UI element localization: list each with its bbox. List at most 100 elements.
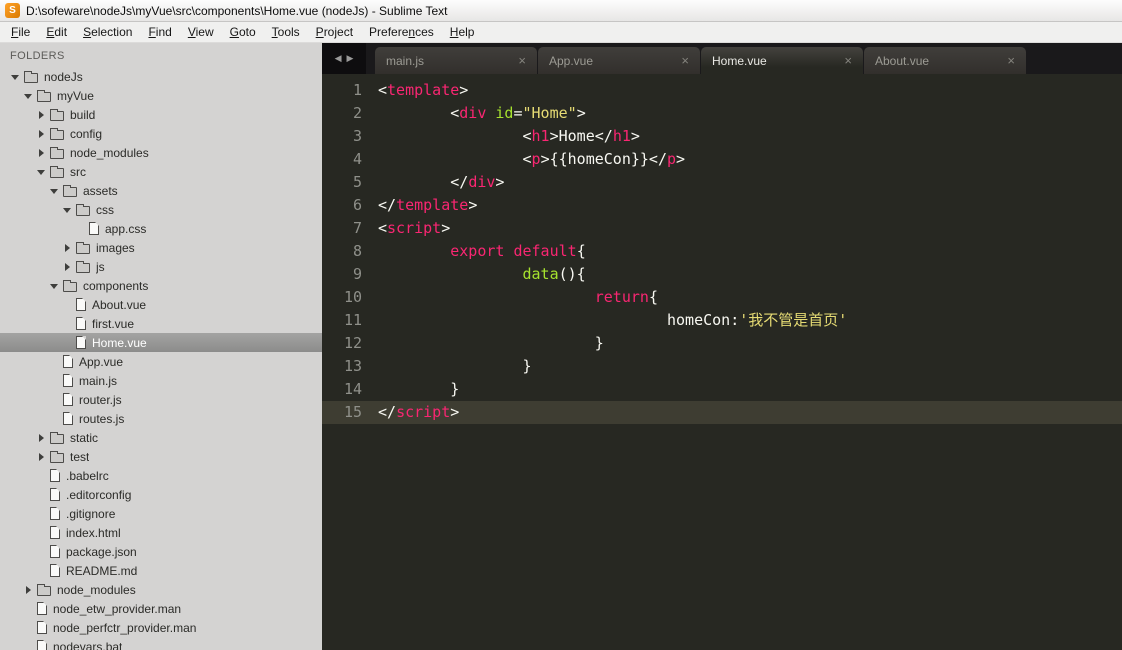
menu-goto[interactable]: Goto xyxy=(222,23,264,41)
code-line-9[interactable]: 9 data(){ xyxy=(322,263,1122,286)
tree-file-router.js[interactable]: router.js xyxy=(0,390,322,409)
code-line-5[interactable]: 5 </div> xyxy=(322,171,1122,194)
tree-file-App.vue[interactable]: App.vue xyxy=(0,352,322,371)
collapse-arrow-icon[interactable] xyxy=(49,185,60,196)
tree-file-.gitignore[interactable]: .gitignore xyxy=(0,504,322,523)
line-number: 1 xyxy=(352,81,362,99)
menu-selection[interactable]: Selection xyxy=(75,23,140,41)
collapse-arrow-icon[interactable] xyxy=(62,204,73,215)
tree-file-node_etw_provider.man[interactable]: node_etw_provider.man xyxy=(0,599,322,618)
code-line-4[interactable]: 4 <p>{{homeCon}}</p> xyxy=(322,148,1122,171)
tree-folder-build[interactable]: build xyxy=(0,105,322,124)
expand-arrow-icon[interactable] xyxy=(23,584,34,595)
tree-file-routes.js[interactable]: routes.js xyxy=(0,409,322,428)
code-line-13[interactable]: 13 } xyxy=(322,355,1122,378)
menu-help[interactable]: Help xyxy=(442,23,483,41)
expand-arrow-icon[interactable] xyxy=(36,432,47,443)
tree-file-.babelrc[interactable]: .babelrc xyxy=(0,466,322,485)
tree-file-nodevars.bat[interactable]: nodevars.bat xyxy=(0,637,322,650)
tab-App.vue[interactable]: App.vue × xyxy=(538,47,700,74)
code-line-8[interactable]: 8 export default{ xyxy=(322,240,1122,263)
tree-item-label: .babelrc xyxy=(66,468,109,483)
tree-folder-src[interactable]: src xyxy=(0,162,322,181)
tree-file-first.vue[interactable]: first.vue xyxy=(0,314,322,333)
tree-folder-static[interactable]: static xyxy=(0,428,322,447)
expand-arrow-icon[interactable] xyxy=(36,451,47,462)
tree-item-label: nodeJs xyxy=(44,69,83,84)
expand-arrow-icon[interactable] xyxy=(36,109,47,120)
tree-folder-images[interactable]: images xyxy=(0,238,322,257)
tree-file-main.js[interactable]: main.js xyxy=(0,371,322,390)
collapse-arrow-icon[interactable] xyxy=(36,166,47,177)
tree-item-label: images xyxy=(96,240,135,255)
tab-close-icon[interactable]: × xyxy=(1007,53,1015,68)
tree-item-label: About.vue xyxy=(92,297,147,312)
tab-label: About.vue xyxy=(875,53,930,68)
tree-file-.editorconfig[interactable]: .editorconfig xyxy=(0,485,322,504)
tree-item-label: app.css xyxy=(105,221,147,236)
collapse-arrow-icon[interactable] xyxy=(10,71,21,82)
tree-folder-config[interactable]: config xyxy=(0,124,322,143)
menu-edit[interactable]: Edit xyxy=(38,23,75,41)
menu-tools[interactable]: Tools xyxy=(264,23,308,41)
tab-main.js[interactable]: main.js × xyxy=(375,47,537,74)
menu-preferences[interactable]: Preferences xyxy=(361,23,442,41)
file-icon xyxy=(37,640,47,650)
tree-folder-test[interactable]: test xyxy=(0,447,322,466)
code-line-14[interactable]: 14 } xyxy=(322,378,1122,401)
expand-arrow-icon[interactable] xyxy=(62,242,73,253)
menu-file[interactable]: File xyxy=(3,23,38,41)
tab-close-icon[interactable]: × xyxy=(844,53,852,68)
code-line-7[interactable]: 7 <script> xyxy=(322,217,1122,240)
tree-folder-node_modules[interactable]: node_modules xyxy=(0,580,322,599)
tree-file-About.vue[interactable]: About.vue xyxy=(0,295,322,314)
code-line-11[interactable]: 11 homeCon:'我不管是首页' xyxy=(322,309,1122,332)
file-icon xyxy=(50,469,60,482)
menu-project[interactable]: Project xyxy=(308,23,361,41)
tree-folder-node_modules[interactable]: node_modules xyxy=(0,143,322,162)
code-line-1[interactable]: 1 <template> xyxy=(322,79,1122,102)
tab-Home.vue[interactable]: Home.vue × xyxy=(701,47,863,74)
expand-arrow-icon[interactable] xyxy=(36,147,47,158)
tree-folder-js[interactable]: js xyxy=(0,257,322,276)
expand-arrow-icon[interactable] xyxy=(36,128,47,139)
collapse-arrow-icon[interactable] xyxy=(23,90,34,101)
sublime-text-icon: S xyxy=(5,3,20,18)
menubar: File Edit Selection Find View Goto Tools Projec… xyxy=(0,22,1122,43)
tab-scroll-controls[interactable]: ◀ ▶ xyxy=(322,43,366,74)
menu-view[interactable]: View xyxy=(180,23,222,41)
tree-item-label: node_etw_provider.man xyxy=(53,601,182,616)
code-text: <div id="Home"> xyxy=(378,104,586,122)
expand-arrow-icon[interactable] xyxy=(62,261,73,272)
tab-About.vue[interactable]: About.vue × xyxy=(864,47,1026,74)
tree-file-app.css[interactable]: app.css xyxy=(0,219,322,238)
tree-file-README.md[interactable]: README.md xyxy=(0,561,322,580)
code-editor[interactable]: 1 <template> 2 <div id="Home"> 3 <h1>Home</… xyxy=(322,74,1122,424)
code-text: } xyxy=(378,357,532,375)
tree-file-package.json[interactable]: package.json xyxy=(0,542,322,561)
tree-folder-css[interactable]: css xyxy=(0,200,322,219)
menu-find[interactable]: Find xyxy=(140,23,179,41)
code-line-10[interactable]: 10 return{ xyxy=(322,286,1122,309)
tree-folder-components[interactable]: components xyxy=(0,276,322,295)
tab-scroll-right-icon[interactable]: ▶ xyxy=(347,53,354,64)
code-line-2[interactable]: 2 <div id="Home"> xyxy=(322,102,1122,125)
code-line-6[interactable]: 6 </template> xyxy=(322,194,1122,217)
tree-folder-assets[interactable]: assets xyxy=(0,181,322,200)
tree-folder-myVue[interactable]: myVue xyxy=(0,86,322,105)
collapse-arrow-icon[interactable] xyxy=(49,280,60,291)
tree-file-index.html[interactable]: index.html xyxy=(0,523,322,542)
code-line-12[interactable]: 12 } xyxy=(322,332,1122,355)
tab-scroll-left-icon[interactable]: ◀ xyxy=(335,53,342,64)
tree-folder-nodeJs[interactable]: nodeJs xyxy=(0,67,322,86)
tree-file-node_perfctr_provider.man[interactable]: node_perfctr_provider.man xyxy=(0,618,322,637)
code-line-15[interactable]: 15 </script> xyxy=(322,401,1122,424)
tab-close-icon[interactable]: × xyxy=(518,53,526,68)
code-line-3[interactable]: 3 <h1>Home</h1> xyxy=(322,125,1122,148)
tab-close-icon[interactable]: × xyxy=(681,53,689,68)
tree-file-Home.vue[interactable]: Home.vue xyxy=(0,333,322,352)
folder-icon xyxy=(37,89,51,102)
